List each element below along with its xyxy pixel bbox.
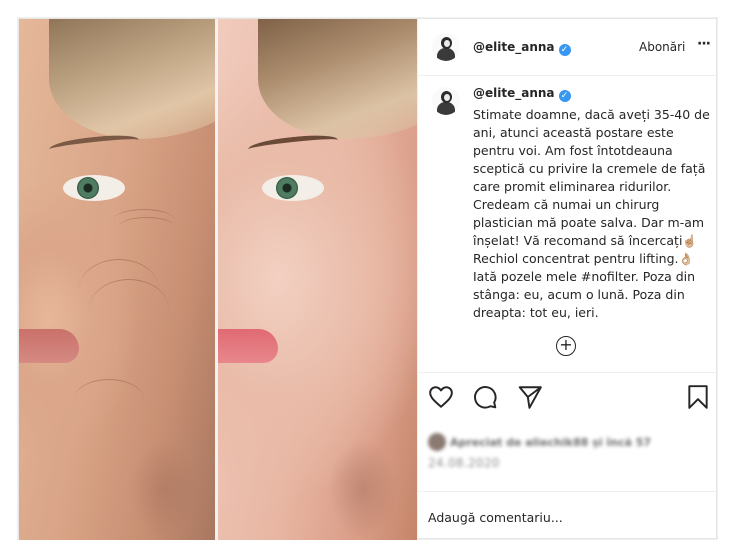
photo-before (19, 19, 215, 540)
comment-bubble-icon[interactable] (472, 384, 498, 410)
post-header: @elite_anna ✓ Abonări ··· (418, 19, 717, 76)
post-caption: Stimate doamne, dacă aveți 35-40 de ani,… (473, 106, 711, 322)
post-photo-before-after (19, 19, 417, 540)
caption-avatar[interactable] (432, 87, 460, 115)
instagram-post-card: @elite_anna ✓ Abonări ··· @elite_anna ✓ St… (18, 18, 717, 540)
pointing-up-emoji-icon: ☝🏼 (682, 234, 698, 248)
ok-hand-emoji-icon: 👌🏼 (678, 252, 694, 266)
heart-icon[interactable] (428, 384, 454, 410)
post-side-panel: @elite_anna ✓ Abonări ··· @elite_anna ✓ St… (417, 19, 717, 538)
photo-after (218, 19, 417, 540)
load-more-comments-button[interactable]: + (556, 336, 576, 356)
paper-plane-icon[interactable] (517, 384, 543, 410)
likes-text: Apreciat de aliechik88 și încă 57 (450, 436, 652, 449)
more-options-icon[interactable]: ··· (697, 36, 711, 52)
verified-badge-icon: ✓ (558, 90, 571, 102)
avatar[interactable] (432, 33, 460, 61)
verified-badge-icon: ✓ (558, 44, 571, 56)
caption-text: Stimate doamne, dacă aveți 35-40 de ani,… (473, 107, 710, 248)
liker-avatar (428, 433, 446, 451)
post-date: 24.08.2020 (428, 456, 500, 470)
comment-bar: Adaugă comentariu... (418, 491, 717, 539)
likes-summary[interactable]: Apreciat de aliechik88 și încă 57 (428, 433, 651, 451)
bookmark-icon[interactable] (685, 384, 711, 410)
username-link[interactable]: @elite_anna ✓ (473, 40, 571, 56)
actions-separator (418, 372, 717, 373)
caption-product-text: Rechiol concentrat pentru lifting. (473, 251, 679, 266)
comment-input[interactable]: Adaugă comentariu... (428, 510, 563, 525)
caption-text-end: Iată pozele mele #nofilter. Poza din stâ… (473, 269, 696, 320)
follow-button[interactable]: Abonări (639, 40, 685, 54)
caption-username-link[interactable]: @elite_anna ✓ (473, 86, 571, 102)
